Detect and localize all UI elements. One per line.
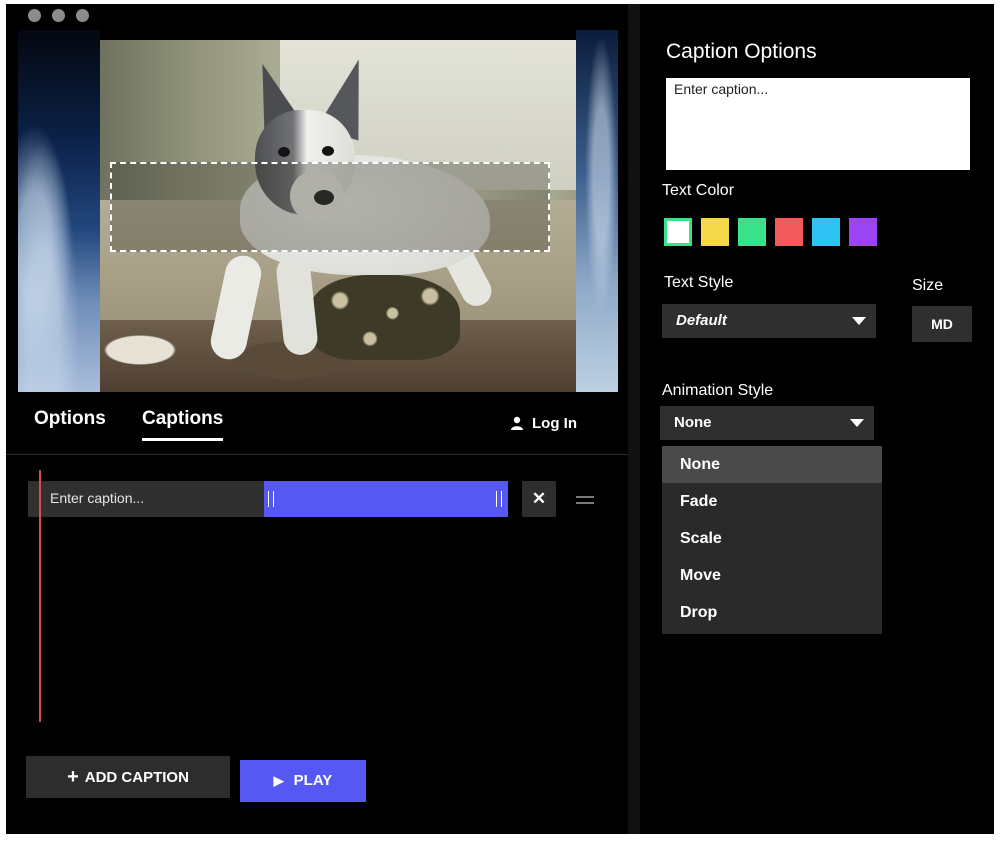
color-swatch[interactable] [775, 218, 803, 246]
dropdown-option-fade[interactable]: Fade [662, 483, 882, 520]
duration-start-handle[interactable] [268, 491, 274, 507]
tab-options[interactable]: Options [34, 408, 106, 438]
video-preview [18, 30, 618, 392]
chevron-down-icon [852, 317, 866, 325]
dropdown-option-scale[interactable]: Scale [662, 520, 882, 557]
maximize-window-icon[interactable] [76, 9, 89, 22]
color-swatch[interactable] [738, 218, 766, 246]
panel-title: Caption Options [666, 40, 817, 63]
color-swatch[interactable] [701, 218, 729, 246]
chevron-down-icon [850, 419, 864, 427]
text-color-label: Text Color [662, 182, 735, 199]
size-button[interactable]: MD [912, 306, 972, 342]
play-button[interactable]: ▶ PLAY [240, 760, 366, 802]
dropdown-option-drop[interactable]: Drop [662, 594, 882, 631]
reorder-handle-icon[interactable] [576, 496, 594, 504]
play-label: PLAY [293, 772, 333, 789]
animation-style-value: None [674, 414, 712, 431]
caption-text-input[interactable]: Enter caption... [666, 78, 970, 170]
plus-icon: + [67, 766, 79, 788]
caption-placement-box[interactable] [110, 162, 550, 252]
caption-editor-app: Options Captions Log In Enter caption...… [6, 4, 994, 834]
user-icon [511, 416, 523, 430]
dropdown-option-none[interactable]: None [662, 446, 882, 483]
window-titlebar [6, 4, 640, 28]
text-style-select[interactable]: Default [662, 304, 876, 338]
caption-duration-bar[interactable] [264, 481, 508, 517]
color-swatch[interactable] [812, 218, 840, 246]
dropdown-option-move[interactable]: Move [662, 557, 882, 594]
close-window-icon[interactable] [28, 9, 41, 22]
color-swatch[interactable] [849, 218, 877, 246]
caption-track-row[interactable]: Enter caption... [28, 481, 508, 517]
text-style-value: Default [676, 312, 727, 329]
caption-timeline[interactable]: Enter caption... ✕ [6, 456, 628, 746]
earth-background-right [576, 30, 618, 392]
animation-style-dropdown: None Fade Scale Move Drop [662, 446, 882, 634]
size-label: Size [912, 277, 944, 294]
editor-tabs: Options Captions Log In [6, 392, 628, 455]
caption-track-text[interactable]: Enter caption... [50, 490, 144, 506]
remove-caption-button[interactable]: ✕ [522, 481, 556, 517]
minimize-window-icon[interactable] [52, 9, 65, 22]
animation-style-select[interactable]: None [660, 406, 874, 440]
timeline-playhead[interactable] [39, 470, 41, 722]
add-caption-label: ADD CAPTION [84, 769, 189, 786]
duration-end-handle[interactable] [496, 491, 502, 507]
animation-style-label: Animation Style [662, 382, 774, 399]
color-swatch[interactable] [664, 218, 692, 246]
play-icon: ▶ [273, 773, 284, 788]
panel-divider [628, 4, 640, 834]
earth-background-left [18, 30, 100, 392]
login-button[interactable]: Log In [510, 415, 577, 432]
add-caption-button[interactable]: + ADD CAPTION [26, 756, 230, 798]
tab-captions[interactable]: Captions [142, 408, 224, 441]
login-label: Log In [532, 415, 577, 432]
caption-options-panel: Caption Options Enter caption... Text Co… [640, 4, 994, 834]
text-style-label: Text Style [664, 274, 734, 291]
